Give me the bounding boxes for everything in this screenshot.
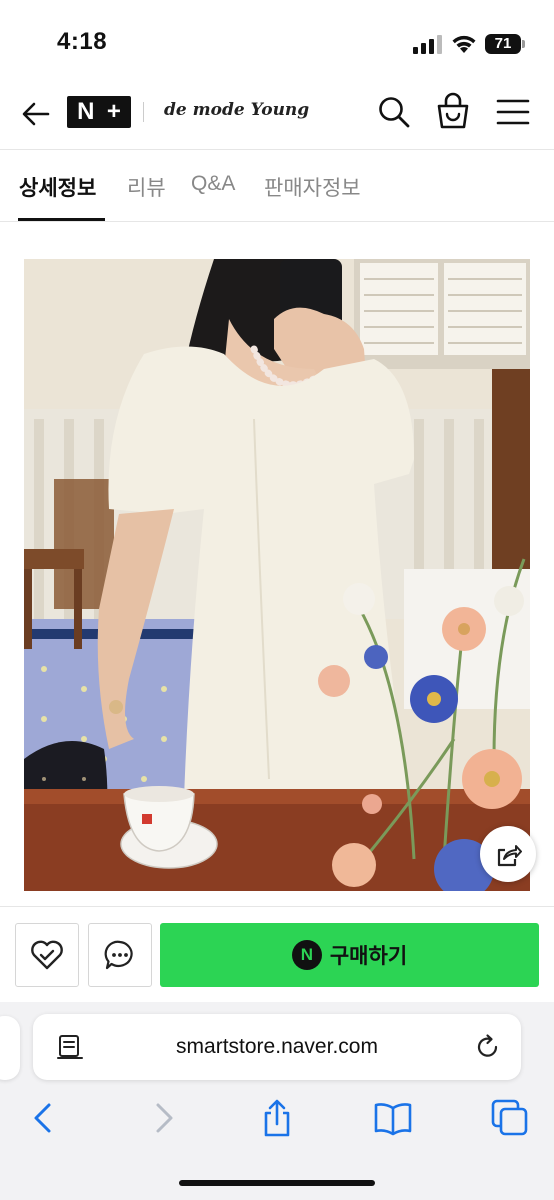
active-tab-indicator <box>18 218 105 221</box>
logo-n: N <box>77 98 95 125</box>
chevron-right-icon[interactable] <box>143 1098 183 1138</box>
book-icon[interactable] <box>373 1098 413 1138</box>
purchase-action-bar: N 구매하기 <box>0 906 554 1002</box>
share-button[interactable] <box>480 826 536 882</box>
tabs-icon[interactable] <box>490 1098 530 1138</box>
npay-icon: N <box>291 940 322 970</box>
store-header: N + de mode Young <box>0 80 554 150</box>
status-time: 4:18 <box>57 28 108 55</box>
product-tabs: 상세정보 리뷰 Q&A 판매자정보 <box>0 150 554 222</box>
tab-reviews[interactable]: 리뷰 <box>127 172 166 202</box>
buy-button-label: 구매하기 <box>329 945 408 968</box>
address-bar[interactable]: smartstore.naver.com <box>33 1014 521 1080</box>
heart-check-icon <box>31 940 63 970</box>
reload-icon[interactable] <box>474 1033 502 1061</box>
cellular-signal-icon <box>413 35 442 54</box>
browser-toolbar: smartstore.naver.com <box>0 1002 554 1200</box>
chevron-left-icon[interactable] <box>24 1098 64 1138</box>
wifi-icon <box>452 35 476 53</box>
brand-name[interactable]: de mode Young <box>164 100 309 120</box>
tab-seller-info[interactable]: 판매자정보 <box>264 172 361 202</box>
status-bar: 4:18 71 <box>0 0 554 80</box>
buy-button[interactable]: N 구매하기 <box>160 923 539 987</box>
share-icon[interactable] <box>257 1098 297 1138</box>
previous-tab-edge[interactable] <box>0 1016 20 1080</box>
hamburger-menu-icon[interactable] <box>495 96 531 128</box>
battery-level: 71 <box>494 35 512 52</box>
product-photo[interactable] <box>24 259 530 891</box>
logo-plus: + <box>106 98 121 125</box>
home-indicator <box>179 1180 375 1186</box>
naver-plus-logo[interactable]: N + <box>67 96 131 128</box>
talk-talk-button[interactable] <box>88 923 152 987</box>
tab-details[interactable]: 상세정보 <box>19 172 96 202</box>
chat-bubble-icon <box>104 940 133 970</box>
share-icon <box>497 845 522 867</box>
shopping-bag-icon[interactable] <box>435 92 471 130</box>
wish-button[interactable] <box>15 923 79 987</box>
back-arrow-icon[interactable] <box>18 96 54 132</box>
search-icon[interactable] <box>376 94 412 130</box>
product-photo-illustration <box>24 259 530 891</box>
header-divider <box>143 102 144 122</box>
battery-icon: 71 <box>485 34 525 54</box>
tab-qna[interactable]: Q&A <box>191 172 235 196</box>
url-text[interactable]: smartstore.naver.com <box>33 1035 521 1059</box>
